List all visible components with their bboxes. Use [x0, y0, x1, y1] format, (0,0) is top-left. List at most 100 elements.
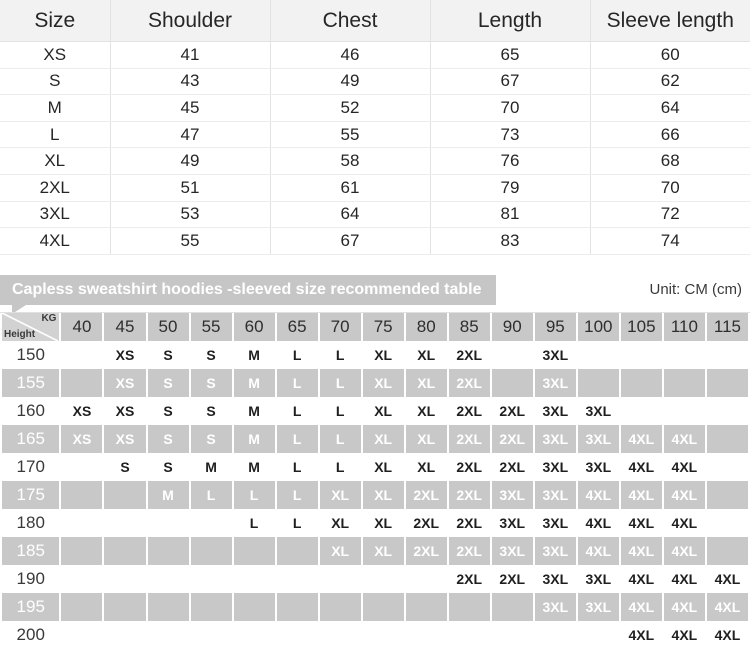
table-row: 3XL 53 64 81 72: [0, 201, 750, 229]
height-cell-200: 200: [2, 620, 60, 649]
length-cell: 67: [430, 68, 591, 96]
size-cell: [276, 536, 318, 565]
size-cell: 2XL: [448, 396, 490, 425]
size-cell: 4XL: [620, 592, 662, 621]
shoulder-cell: 53: [110, 201, 271, 229]
size-cell: XL: [362, 396, 404, 425]
size-cell: [61, 340, 103, 369]
size-cell: [61, 368, 103, 397]
size-cell: 3XL: [577, 564, 619, 593]
weight-header-80: 80: [405, 312, 447, 341]
size-cell: [147, 592, 189, 621]
size-cell: 4XL: [663, 452, 705, 481]
size-cell: M: [233, 340, 275, 369]
size-cell: [405, 620, 447, 649]
table-row: 170 S S M M L L XL XL 2XL 2XL 3XL 3XL 4XL 4XL: [2, 452, 748, 481]
size-cell: [61, 536, 103, 565]
size-cell: 4XL: [706, 592, 748, 621]
sleeve-length-cell: 60: [590, 41, 750, 69]
size-cell: [534, 620, 576, 649]
size-cell: 4XL: [577, 508, 619, 537]
chest-cell: 46: [270, 41, 431, 69]
size-cell: XL: [405, 424, 447, 453]
length-cell: 81: [430, 201, 591, 229]
size-cell: 4XL: [663, 480, 705, 509]
size-cell: S: [190, 368, 232, 397]
size-cell: 2XL: [448, 564, 490, 593]
size-cell: L: [233, 480, 275, 509]
table-row: L 47 55 73 66: [0, 121, 750, 149]
size-cell: XL: [405, 340, 447, 369]
sleeve-length-cell: 74: [590, 227, 750, 255]
size-cell: [190, 536, 232, 565]
height-cell-185: 185: [2, 536, 60, 565]
size-cell: [706, 452, 748, 481]
corner-height-label: Height: [4, 328, 36, 340]
column-header-sleeve-length: Sleeve length: [590, 0, 750, 42]
size-cell: XS: [104, 396, 146, 425]
banner-title: Capless sweatshirt hoodies -sleeved size…: [0, 274, 496, 305]
size-cell: [233, 592, 275, 621]
size-cell: 4XL: [706, 620, 748, 649]
size-cell: 3XL: [534, 592, 576, 621]
table-row: M 45 52 70 64: [0, 94, 750, 122]
size-cell: 2XL: [448, 368, 490, 397]
size-cell: [147, 564, 189, 593]
sleeve-length-cell: 62: [590, 68, 750, 96]
size-cell: M: [233, 396, 275, 425]
size-cell: 4XL: [620, 564, 662, 593]
size-cell: XS: [104, 368, 146, 397]
size-cell: 4XL: [577, 480, 619, 509]
size-cell: L: [276, 340, 318, 369]
column-header-shoulder: Shoulder: [110, 0, 271, 42]
column-header-length: Length: [430, 0, 591, 42]
table-row: S 43 49 67 62: [0, 68, 750, 96]
size-cell: [233, 564, 275, 593]
height-cell-180: 180: [2, 508, 60, 537]
size-cell: 2XL: [491, 452, 533, 481]
size-cell: XL: [362, 508, 404, 537]
size-cell: 2XL: [405, 480, 447, 509]
chest-cell: 55: [270, 121, 431, 149]
size-cell: 3XL: [534, 396, 576, 425]
shoulder-cell: 51: [110, 174, 271, 202]
size-cell: [577, 368, 619, 397]
table-row: 195 3XL 3XL 4XL 4XL 4XL: [2, 592, 748, 621]
size-cell: [620, 340, 662, 369]
size-cell: S: [147, 452, 189, 481]
size-cell: S: [0, 68, 111, 96]
size-cell: [706, 340, 748, 369]
chest-cell: 64: [270, 201, 431, 229]
column-header-size: Size: [0, 0, 111, 42]
chest-cell: 61: [270, 174, 431, 202]
shoulder-cell: 47: [110, 121, 271, 149]
size-cell: XS: [0, 41, 111, 69]
size-cell: [405, 564, 447, 593]
table-row: 200 4XL 4XL 4XL: [2, 620, 748, 649]
size-cell: [663, 340, 705, 369]
size-cell: [620, 396, 662, 425]
table-row: XS 41 46 65 60: [0, 41, 750, 69]
chest-cell: 58: [270, 147, 431, 175]
size-cell: 4XL: [620, 424, 662, 453]
weight-header-100: 100: [577, 312, 619, 341]
size-cell: XL: [362, 452, 404, 481]
size-cell: [276, 564, 318, 593]
size-cell: M: [0, 94, 111, 122]
size-cell: 3XL: [534, 452, 576, 481]
size-cell: [276, 620, 318, 649]
size-cell: 3XL: [534, 536, 576, 565]
size-cell: 4XL: [620, 480, 662, 509]
size-cell: [61, 452, 103, 481]
size-cell: 2XL: [448, 452, 490, 481]
table-row: 160 XS XS S S M L L XL XL 2XL 2XL 3XL 3XL: [2, 396, 748, 425]
size-cell: 4XL: [663, 508, 705, 537]
table-row: 2XL 51 61 79 70: [0, 174, 750, 202]
table-row: 190 2XL 2XL 3XL 3XL 4XL 4XL 4XL: [2, 564, 748, 593]
height-cell-175: 175: [2, 480, 60, 509]
length-cell: 79: [430, 174, 591, 202]
height-cell-190: 190: [2, 564, 60, 593]
size-cell: XL: [362, 368, 404, 397]
size-cell: L: [276, 452, 318, 481]
weight-header-45: 45: [104, 312, 146, 341]
